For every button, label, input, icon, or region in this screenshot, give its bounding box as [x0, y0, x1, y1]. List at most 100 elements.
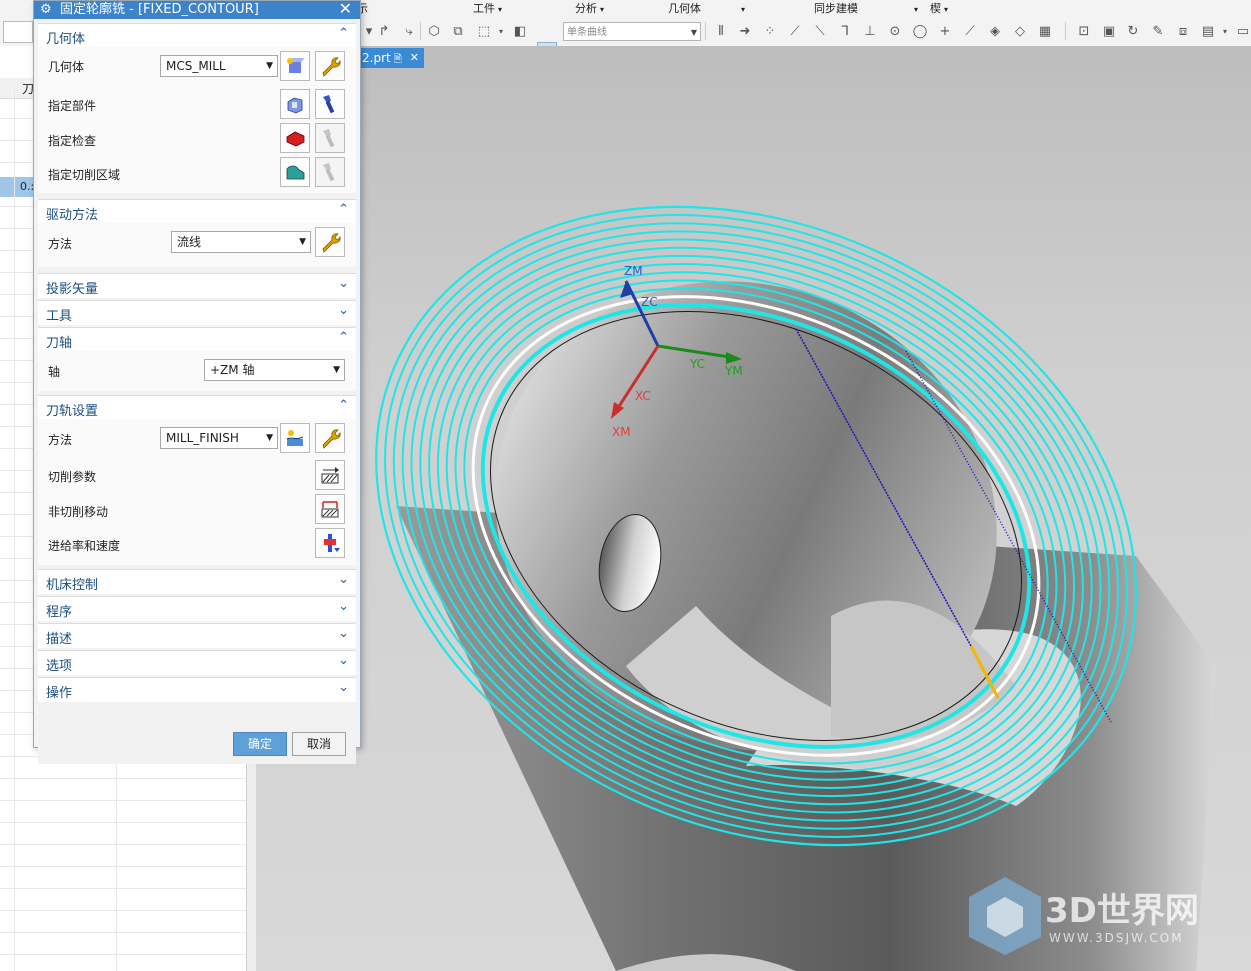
- point-move-icon[interactable]: ⤷: [400, 22, 418, 40]
- slash-icon[interactable]: ⟋: [961, 22, 979, 40]
- center-point-icon[interactable]: ⊙: [886, 22, 904, 40]
- chevron-down-icon: ▼: [299, 237, 306, 247]
- hexagon-icon[interactable]: ⬡: [425, 22, 443, 40]
- zoom-fit-icon[interactable]: ⊡: [1075, 22, 1093, 40]
- edit-method-button[interactable]: [315, 423, 345, 453]
- section-tool-axis-header[interactable]: 刀轴 ⌃: [38, 327, 356, 352]
- section-projection-vector-header[interactable]: 投影矢量 ⌄: [38, 273, 356, 298]
- section-actions-header[interactable]: 操作 ⌄: [38, 677, 356, 702]
- specify-check-label: 指定检查: [48, 134, 97, 148]
- section-options-header[interactable]: 选项 ⌄: [38, 650, 356, 675]
- chevron-up-icon: ⌃: [338, 330, 349, 345]
- document-icon: 🗎: [393, 54, 402, 65]
- cube-logo-icon: [969, 877, 1041, 955]
- grid-line: [0, 844, 246, 845]
- menu-analysis[interactable]: 分析 ▾: [575, 0, 604, 16]
- section-geometry-header[interactable]: 几何体 ⌃: [38, 23, 356, 48]
- show-part-button[interactable]: [315, 89, 345, 119]
- perpendicular-icon[interactable]: ⊥: [861, 22, 879, 40]
- section-tool-header[interactable]: 工具 ⌄: [38, 300, 356, 325]
- specify-part-button[interactable]: [280, 89, 310, 119]
- chevron-down-icon: ▼: [333, 365, 340, 375]
- box-select-dropdown-icon[interactable]: ▾: [492, 22, 510, 40]
- drive-method-select[interactable]: 流线 ▼: [171, 231, 311, 253]
- cancel-button[interactable]: 取消: [292, 732, 346, 756]
- graphics-viewport[interactable]: ZM ZC YC YM XC XM: [256, 46, 1251, 971]
- part-icon: [287, 97, 303, 114]
- curve-icon[interactable]: ᒣ: [836, 22, 854, 40]
- new-method-button[interactable]: [280, 423, 310, 453]
- palette-dropdown-icon[interactable]: ▾: [1216, 22, 1234, 40]
- watermark-url: WWW.3DSJW.COM: [1049, 931, 1184, 945]
- cut-params-icon: [321, 467, 339, 484]
- section-drive-method-header[interactable]: 驱动方法 ⌃: [38, 199, 356, 224]
- arrow-right-icon[interactable]: ➜: [736, 22, 754, 40]
- dialog-title: 固定轮廓铣 - [FIXED_CONTOUR]: [60, 2, 259, 17]
- cross-point-icon[interactable]: +: [936, 22, 954, 40]
- file-tab[interactable]: 2.prt 🗎 ✕: [356, 48, 424, 68]
- section-title: 程序: [46, 605, 73, 620]
- specify-cut-area-button[interactable]: [280, 157, 310, 187]
- geometry-select[interactable]: MCS_MILL ▼: [160, 55, 278, 77]
- menu-geometry[interactable]: 几何体 ▾: [668, 0, 745, 16]
- copy-icon[interactable]: ⧉: [449, 22, 467, 40]
- palette-icon[interactable]: ▤: [1199, 22, 1217, 40]
- specify-check-button[interactable]: [280, 123, 310, 153]
- rotate-icon[interactable]: ↻: [1124, 22, 1142, 40]
- axis-label-zc: ZC: [641, 295, 658, 309]
- pen-icon[interactable]: ✎: [1149, 22, 1167, 40]
- edit-geometry-button[interactable]: [315, 51, 345, 81]
- section-path-settings-header[interactable]: 刀轨设置 ⌃: [38, 395, 356, 420]
- path-method-select[interactable]: MILL_FINISH ▼: [160, 427, 278, 449]
- curve-rule-select[interactable]: 单条曲线 ▼: [563, 22, 701, 41]
- section-description-header[interactable]: 描述 ⌄: [38, 623, 356, 648]
- grid-column-line: [14, 86, 15, 971]
- cut-params-button[interactable]: [315, 460, 345, 490]
- menu-workpiece[interactable]: 工件 ▾: [473, 0, 502, 16]
- image-icon[interactable]: ▣: [1100, 22, 1118, 40]
- grid-line: [0, 800, 246, 801]
- axis-label-yc: YC: [690, 357, 706, 371]
- menu-more[interactable]: 楔 ▾: [930, 0, 948, 16]
- circle-icon[interactable]: ◯: [911, 22, 929, 40]
- window-icon[interactable]: ▭: [1234, 22, 1251, 40]
- feeds-speeds-icon: [324, 534, 340, 552]
- line-icon[interactable]: ⟋: [786, 22, 804, 40]
- grid-icon[interactable]: ▦: [1036, 22, 1054, 40]
- dialog-titlebar[interactable]: ⚙ 固定轮廓铣 - [FIXED_CONTOUR] ✕: [34, 0, 360, 19]
- section-drive-method-body: 方法 流线 ▼: [38, 223, 356, 267]
- axis-label-ym: YM: [725, 364, 743, 378]
- layer-icon[interactable]: ◇: [1011, 22, 1029, 40]
- tool-axis-select[interactable]: +ZM 轴 ▼: [204, 359, 345, 381]
- chevron-down-icon: ▼: [266, 433, 273, 443]
- ok-button[interactable]: 确定: [233, 732, 287, 756]
- new-geometry-button[interactable]: [280, 51, 310, 81]
- show-check-button[interactable]: [315, 123, 345, 153]
- show-cut-area-button[interactable]: [315, 157, 345, 187]
- snap-grid-icon[interactable]: ⁘: [761, 22, 779, 40]
- menu-sync-modeling[interactable]: 同步建模 ▾: [814, 0, 918, 16]
- close-icon[interactable]: ✕: [339, 0, 352, 18]
- chevron-down-icon: ⌄: [338, 653, 349, 668]
- close-icon[interactable]: ✕: [410, 48, 419, 68]
- chevron-down-icon: ⌄: [338, 572, 349, 587]
- dialog-footer: 确定 取消: [38, 712, 356, 764]
- box-select-icon[interactable]: ⬚: [475, 22, 493, 40]
- non-cut-moves-button[interactable]: [315, 494, 345, 524]
- display-icon[interactable]: ⧈: [1174, 22, 1192, 40]
- file-tab-label: 2.prt: [362, 51, 391, 65]
- chevron-up-icon: ⌃: [338, 202, 349, 217]
- section-title: 机床控制: [46, 578, 99, 593]
- section-machine-control-header[interactable]: 机床控制 ⌄: [38, 569, 356, 594]
- section-program-header[interactable]: 程序 ⌄: [38, 596, 356, 621]
- parallel-icon[interactable]: ⫴: [712, 22, 730, 40]
- move-icon[interactable]: ↱: [375, 22, 393, 40]
- cut-area-icon: [286, 165, 305, 180]
- face-icon[interactable]: ◈: [986, 22, 1004, 40]
- edit-drive-method-button[interactable]: [315, 227, 345, 257]
- fixed-contour-dialog: ⚙ 固定轮廓铣 - [FIXED_CONTOUR] ✕ 几何体 ⌃ 几何体 MC…: [33, 0, 361, 764]
- snap-line-icon[interactable]: ⟍: [811, 22, 829, 40]
- solid-icon[interactable]: ◧: [511, 22, 529, 40]
- feeds-speeds-button[interactable]: [315, 528, 345, 558]
- dialog-body: 几何体 ⌃ 几何体 MCS_MILL ▼ 指定部件 指定检查 指定切削区域 驱动…: [34, 19, 360, 764]
